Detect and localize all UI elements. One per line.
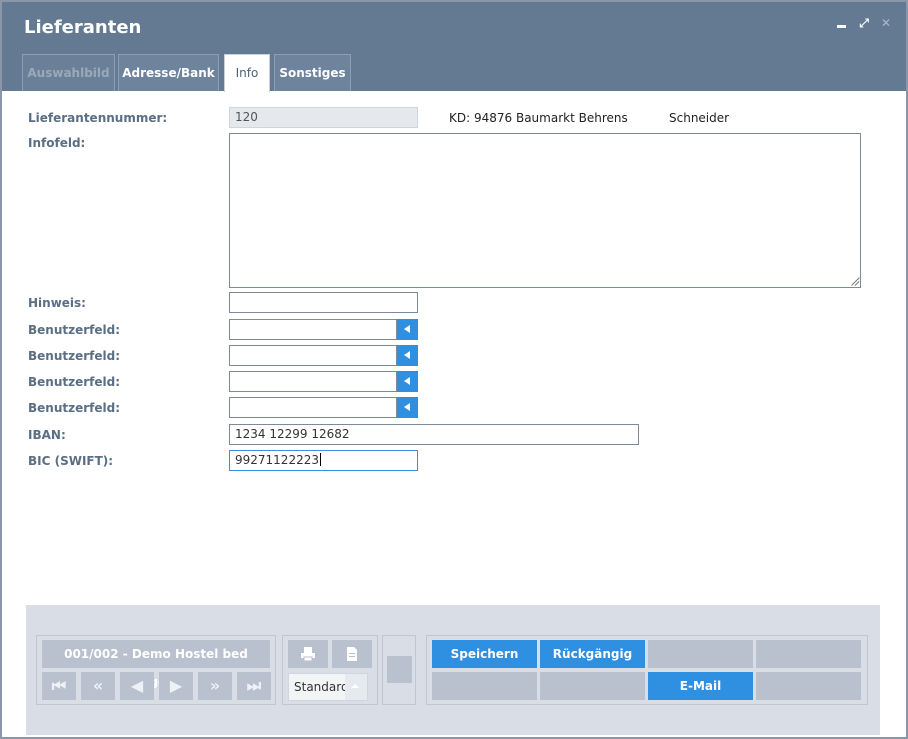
bic-label: BIC (SWIFT): bbox=[28, 454, 114, 468]
pdf-icon[interactable] bbox=[332, 640, 372, 668]
footer-toolbar: 001/002 - Demo Hostel bed categories ⏮ «… bbox=[26, 605, 880, 735]
text-caret bbox=[319, 453, 321, 466]
next-page-icon[interactable]: » bbox=[198, 672, 232, 700]
printer-icon[interactable] bbox=[288, 640, 328, 668]
iban-field[interactable]: 1234 12299 12682 bbox=[229, 424, 639, 445]
undo-button[interactable]: Rückgängig bbox=[540, 640, 645, 668]
window-title: Lieferanten bbox=[24, 17, 142, 38]
navigation-group: 001/002 - Demo Hostel bed categories ⏮ «… bbox=[36, 635, 276, 705]
action-slot-2[interactable] bbox=[756, 640, 861, 668]
tab-adresse-bank[interactable]: Adresse/Bank bbox=[118, 54, 219, 91]
action-slot-3[interactable] bbox=[432, 672, 537, 700]
actions-group: Speichern Rückgängig E-Mail bbox=[426, 635, 868, 705]
resize-grip-icon[interactable] bbox=[850, 277, 859, 286]
benutzerfeld-field-4[interactable] bbox=[229, 397, 397, 418]
iban-label: IBAN: bbox=[28, 428, 66, 442]
record-indicator: 001/002 - Demo Hostel bed categories bbox=[42, 640, 270, 689]
benutzerfeld-label-4: Benutzerfeld: bbox=[28, 401, 121, 415]
hinweis-field[interactable] bbox=[229, 292, 418, 313]
benutzerfeld-dropdown-icon-3[interactable] bbox=[397, 371, 418, 392]
benutzerfeld-field-3[interactable] bbox=[229, 371, 397, 392]
benutzerfeld-field-2[interactable] bbox=[229, 345, 397, 366]
contact-name-text: Schneider bbox=[669, 111, 730, 125]
last-record-icon[interactable]: ⏭ bbox=[237, 672, 271, 700]
bic-field[interactable]: 99271122223 bbox=[229, 450, 418, 471]
prev-record-icon[interactable]: ◀ bbox=[120, 672, 154, 700]
infofeld-label: Infofeld: bbox=[28, 136, 86, 150]
close-icon[interactable]: ✕ bbox=[879, 16, 893, 30]
print-group: Standardli bbox=[282, 635, 378, 705]
layout-select[interactable]: Standardli bbox=[288, 673, 368, 701]
benutzerfeld-dropdown-icon-1[interactable] bbox=[397, 319, 418, 340]
tab-auswahlbild[interactable]: Auswahlbild bbox=[22, 54, 115, 91]
extra-button[interactable] bbox=[387, 656, 412, 683]
bic-value: 99271122223 bbox=[235, 453, 319, 467]
chevron-up-icon bbox=[345, 674, 367, 700]
customer-info-text: KD: 94876 Baumarkt Behrens bbox=[449, 111, 628, 125]
minimize-icon[interactable] bbox=[835, 16, 849, 30]
spacer-group bbox=[382, 635, 416, 705]
benutzerfeld-dropdown-icon-2[interactable] bbox=[397, 345, 418, 366]
action-slot-4[interactable] bbox=[540, 672, 645, 700]
infofeld-textarea[interactable] bbox=[229, 133, 861, 288]
save-button[interactable]: Speichern bbox=[432, 640, 537, 668]
benutzerfeld-dropdown-icon-4[interactable] bbox=[397, 397, 418, 418]
supplier-window: Lieferanten ⤢ ✕ Auswahlbild Adresse/Bank… bbox=[0, 0, 908, 739]
tab-sonstiges[interactable]: Sonstiges bbox=[274, 54, 351, 91]
benutzerfeld-label-2: Benutzerfeld: bbox=[28, 349, 121, 363]
maximize-icon[interactable]: ⤢ bbox=[857, 16, 871, 30]
benutzerfeld-label-3: Benutzerfeld: bbox=[28, 375, 121, 389]
first-record-icon[interactable]: ⏮ bbox=[42, 672, 76, 700]
prev-page-icon[interactable]: « bbox=[81, 672, 115, 700]
email-button[interactable]: E-Mail bbox=[648, 672, 753, 700]
action-slot-1[interactable] bbox=[648, 640, 753, 668]
supplier-number-field: 120 bbox=[229, 107, 418, 128]
benutzerfeld-field-1[interactable] bbox=[229, 319, 397, 340]
tab-info[interactable]: Info bbox=[224, 54, 270, 92]
hinweis-label: Hinweis: bbox=[28, 296, 86, 310]
action-slot-5[interactable] bbox=[756, 672, 861, 700]
benutzerfeld-label-1: Benutzerfeld: bbox=[28, 323, 121, 337]
title-bar: Lieferanten ⤢ ✕ Auswahlbild Adresse/Bank… bbox=[2, 2, 906, 92]
next-record-icon[interactable]: ▶ bbox=[159, 672, 193, 700]
supplier-number-label: Lieferantennummer: bbox=[28, 111, 168, 125]
